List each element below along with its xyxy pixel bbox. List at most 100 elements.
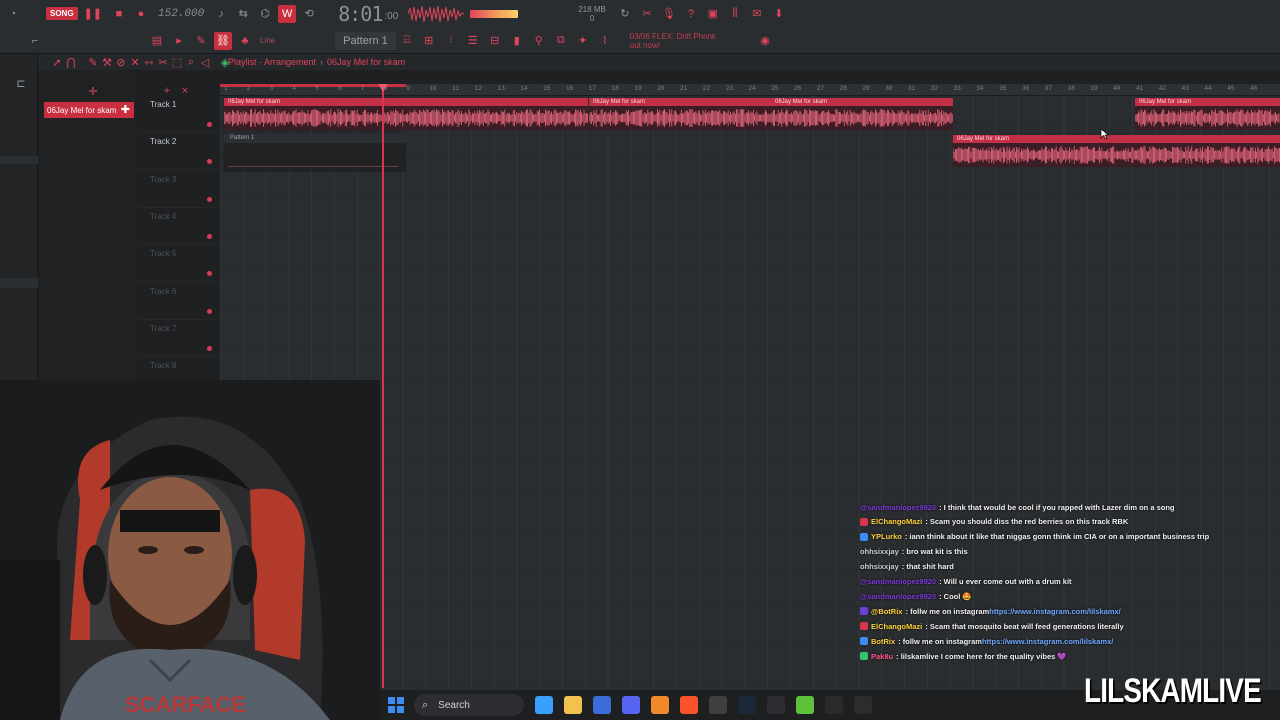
project-icon[interactable]: ▮ bbox=[508, 32, 526, 50]
capcut-icon[interactable] bbox=[825, 696, 843, 714]
discord-icon[interactable] bbox=[622, 696, 640, 714]
song-mode-button[interactable]: SONG bbox=[46, 7, 78, 20]
online-icon[interactable]: ◉ bbox=[756, 32, 774, 50]
windows-start-icon[interactable] bbox=[388, 697, 404, 713]
epic-icon[interactable] bbox=[854, 696, 872, 714]
track-header[interactable]: Track 4 bbox=[138, 208, 220, 245]
metronome-icon[interactable]: ♪ bbox=[212, 5, 230, 23]
chat-username[interactable]: ohhsixxjay bbox=[860, 562, 899, 571]
search-label: Search bbox=[438, 699, 470, 711]
snap-icon[interactable]: ⌐ bbox=[26, 32, 44, 50]
tempo-display[interactable]: 152.000 bbox=[158, 8, 204, 20]
browser-icon[interactable]: ☰ bbox=[464, 32, 482, 50]
chat-username[interactable]: @sandmanlopez9920 bbox=[860, 592, 936, 601]
stop-button[interactable]: ■ bbox=[110, 5, 128, 23]
blend-icon[interactable]: W bbox=[278, 4, 297, 23]
track-mute-led[interactable] bbox=[207, 308, 212, 314]
help-icon[interactable]: ? bbox=[682, 5, 700, 23]
track-mute-led[interactable] bbox=[207, 233, 212, 239]
download-icon[interactable]: ⬇ bbox=[770, 5, 788, 23]
chat-link[interactable]: https://www.instagram.com/lilskamx/ bbox=[989, 607, 1120, 616]
audio-clip[interactable]: 06Jay Mel for skam bbox=[1135, 98, 1280, 130]
picker-clip-item[interactable]: 06Jay Mel for skam ✚ bbox=[44, 102, 134, 118]
brave-icon[interactable] bbox=[680, 696, 698, 714]
chat-icon[interactable]: ✉ bbox=[748, 5, 766, 23]
audio-clip[interactable]: 06Jay Mel for skam bbox=[953, 135, 1280, 167]
pattern-selector[interactable]: Pattern 1 bbox=[335, 31, 396, 50]
link-icon[interactable]: ⛓ bbox=[214, 31, 232, 50]
file-explorer-icon[interactable] bbox=[564, 696, 582, 714]
chat-username[interactable]: @sandmanlopez9920 bbox=[860, 503, 936, 512]
chat-username[interactable]: ElChangoMazi bbox=[871, 517, 922, 526]
picker-move-icon[interactable]: ✛ bbox=[84, 82, 102, 100]
bluestacks-icon[interactable] bbox=[796, 696, 814, 714]
arrangement-icon[interactable]: ◈ bbox=[216, 53, 234, 71]
track-mute-led[interactable] bbox=[207, 196, 212, 202]
mic-icon[interactable]: 🎙 bbox=[660, 5, 678, 23]
stamp-icon[interactable]: ♣ bbox=[236, 32, 254, 50]
chat-text: : that shit hard bbox=[901, 562, 954, 572]
chat-username[interactable]: BotRix bbox=[871, 637, 895, 646]
save-icon[interactable]: ▣ bbox=[704, 5, 722, 23]
loop-record-icon[interactable]: ⟲ bbox=[300, 5, 318, 23]
chat-username[interactable]: YPLurko bbox=[871, 532, 902, 541]
pattern-picker-icon[interactable]: ⧉ bbox=[552, 32, 570, 50]
track-header[interactable]: Track 5 bbox=[138, 245, 220, 283]
audio-clip[interactable]: 06Jay Mel for skam bbox=[771, 98, 953, 130]
chat-username[interactable]: Pak8u bbox=[871, 652, 893, 661]
track-mute-led[interactable] bbox=[207, 122, 212, 127]
wait-icon[interactable]: ⇆ bbox=[234, 5, 252, 23]
track-mute-led[interactable] bbox=[207, 271, 212, 277]
playhead-marker[interactable] bbox=[378, 84, 388, 92]
fl-studio-icon[interactable] bbox=[651, 696, 669, 714]
browser-item[interactable] bbox=[0, 156, 38, 164]
plugin-icon[interactable]: ⊟ bbox=[486, 32, 504, 50]
chat-username[interactable]: ElChangoMazi bbox=[871, 622, 922, 631]
next-icon[interactable]: ▸ bbox=[170, 32, 188, 50]
chat-username[interactable]: @BotRix bbox=[871, 607, 902, 616]
copilot-icon[interactable] bbox=[535, 696, 553, 714]
track-mute-led[interactable] bbox=[207, 345, 212, 351]
ruler-tick: 43 bbox=[1181, 85, 1189, 92]
audio-clip[interactable]: 06Jay Mel for skam bbox=[224, 98, 588, 130]
chat-username[interactable]: ohhsixxjay bbox=[860, 547, 899, 556]
draw-icon[interactable]: ✎ bbox=[192, 32, 210, 50]
playlist-icon[interactable]: ▤ bbox=[148, 32, 166, 50]
track-header[interactable]: Track 1 bbox=[138, 96, 220, 133]
record-button[interactable]: ● bbox=[132, 5, 150, 23]
pause-button[interactable]: ❚❚ bbox=[84, 7, 102, 20]
channel-rack-icon[interactable]: ⊞ bbox=[420, 32, 438, 50]
playhead-line[interactable] bbox=[382, 88, 384, 688]
mixer-view-icon[interactable]: ⫶ bbox=[442, 32, 460, 50]
chat-link[interactable]: https://www.instagram.com/lilskamx/ bbox=[982, 637, 1113, 646]
countdown-icon[interactable]: ⌬ bbox=[256, 5, 274, 23]
track-header[interactable]: Track 7 bbox=[138, 320, 220, 357]
plugin-db-icon[interactable]: ⚲ bbox=[530, 32, 548, 50]
obs-icon[interactable] bbox=[709, 696, 727, 714]
snap-mode-label[interactable]: Line bbox=[260, 36, 275, 45]
browser-folder-icon[interactable]: ⊏ bbox=[12, 74, 30, 92]
audio-clip[interactable]: 06Jay Mel for skam bbox=[589, 98, 771, 130]
refresh-icon[interactable]: ↻ bbox=[616, 5, 634, 23]
pattern-clip[interactable]: Pattern 1 bbox=[224, 134, 406, 172]
chat-username[interactable]: @sandmanlopez9920 bbox=[860, 577, 936, 586]
tools-icon[interactable]: ✂ bbox=[638, 5, 656, 23]
add-clip-icon[interactable]: ✚ bbox=[121, 103, 130, 116]
stem-icon[interactable]: ⌇ bbox=[596, 32, 614, 50]
magnet-icon[interactable]: ⋂ bbox=[62, 53, 80, 71]
track-header[interactable]: Track 3 bbox=[138, 171, 220, 208]
track-mute-led[interactable] bbox=[207, 159, 212, 165]
browser-item[interactable] bbox=[0, 278, 38, 288]
mixer-icon[interactable]: ⫼ bbox=[726, 5, 744, 23]
playback-icon[interactable]: ◁ bbox=[196, 53, 214, 71]
taskbar-search[interactable]: ⌕ Search bbox=[414, 694, 524, 716]
store-icon[interactable] bbox=[593, 696, 611, 714]
news-hint[interactable]: 03/06 FLEX: Drift Phonk out now! bbox=[630, 32, 716, 50]
piano-roll-icon[interactable]: ⌸ bbox=[398, 32, 416, 50]
steam-icon[interactable] bbox=[738, 696, 756, 714]
logo-icon[interactable]: ◔ bbox=[4, 5, 22, 23]
track-header[interactable]: Track 6 bbox=[138, 283, 220, 320]
app-icon[interactable] bbox=[767, 696, 785, 714]
touch-icon[interactable]: ✦ bbox=[574, 32, 592, 50]
track-header[interactable]: Track 2 bbox=[138, 133, 220, 171]
